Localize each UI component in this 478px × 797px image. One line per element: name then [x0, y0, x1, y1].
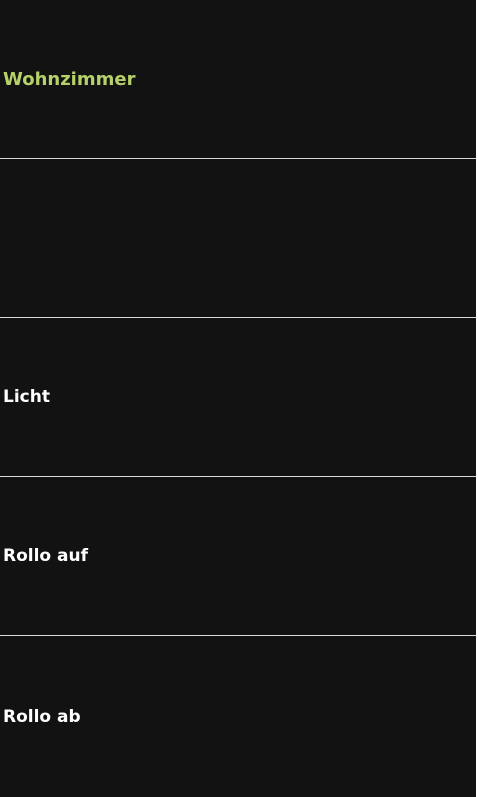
empty-row	[0, 159, 476, 318]
light-control[interactable]: Licht	[0, 318, 476, 477]
blind-up-label: Rollo auf	[3, 546, 88, 566]
blind-down-label: Rollo ab	[3, 706, 81, 727]
blind-down-control[interactable]: Rollo ab	[0, 636, 476, 797]
room-title: Wohnzimmer	[3, 68, 136, 90]
light-label: Licht	[3, 387, 50, 407]
room-panel: Wohnzimmer Licht Rollo auf Rollo ab	[0, 0, 476, 797]
blind-up-control[interactable]: Rollo auf	[0, 477, 476, 636]
room-header-row: Wohnzimmer	[0, 0, 476, 159]
